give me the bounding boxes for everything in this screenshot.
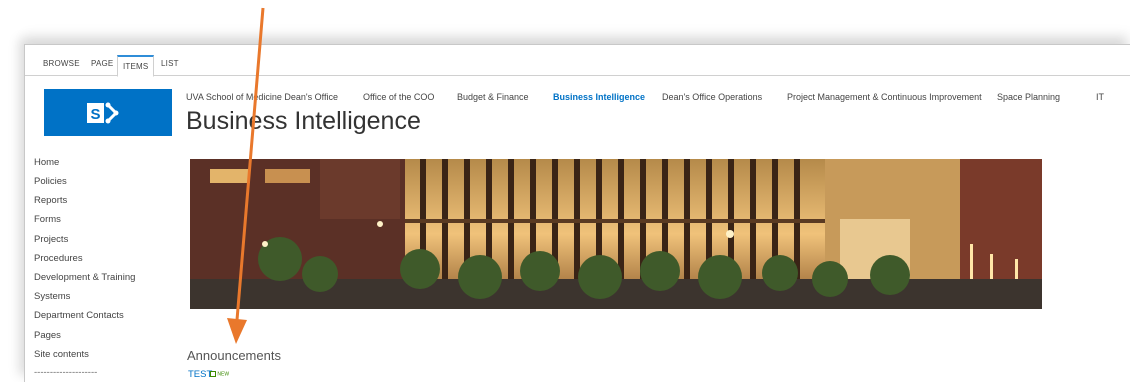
annotation-arrow-icon xyxy=(227,7,265,344)
